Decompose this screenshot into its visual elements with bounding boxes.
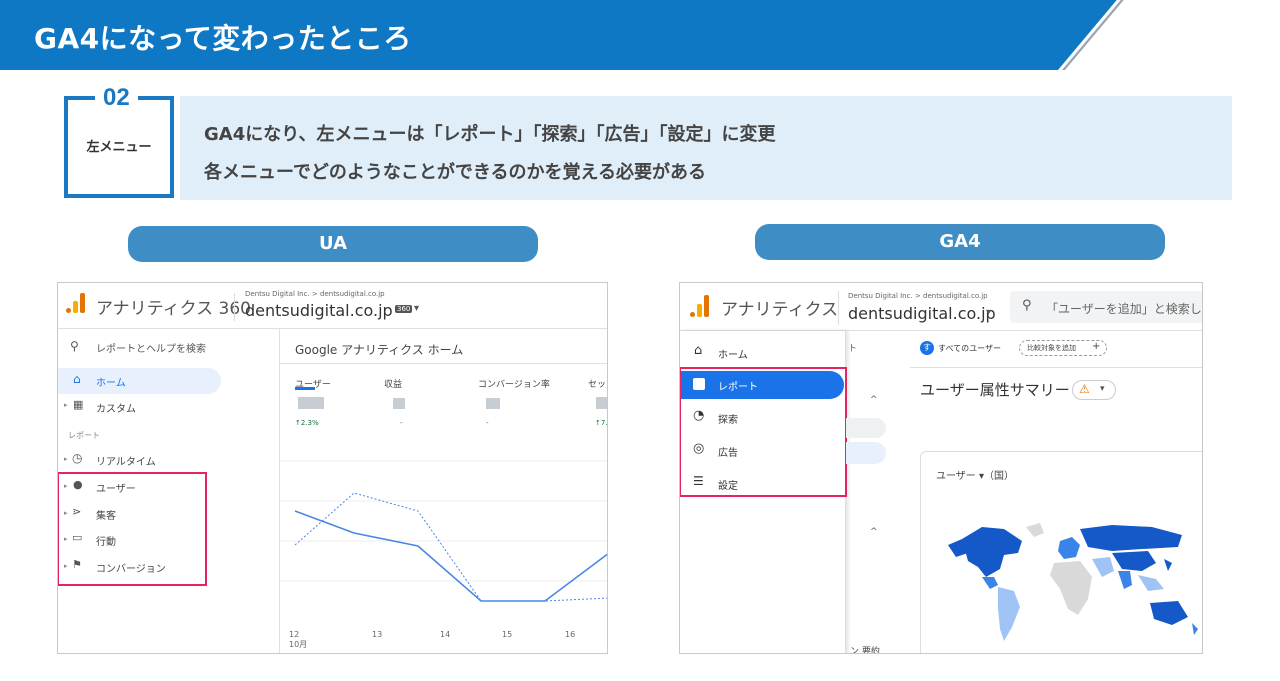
description-line-2: 各メニューでどのようなことができるのかを覚える必要がある xyxy=(204,162,707,183)
search-icon: ⚲ xyxy=(70,339,79,353)
ua-search-input[interactable]: レポートとヘルプを検索 xyxy=(96,340,206,355)
chevron-down-icon[interactable]: ▾ xyxy=(414,303,419,314)
x-tick: 15 xyxy=(502,630,513,639)
home-icon: ⌂ xyxy=(694,343,703,358)
chevron-up-icon[interactable]: ^ xyxy=(870,395,878,405)
metric-delta: - xyxy=(486,419,489,427)
x-tick-month: 10月 xyxy=(289,640,308,649)
metric-label[interactable]: セッ xyxy=(588,377,606,390)
metric-delta: - xyxy=(400,419,403,427)
metric-value-blurred xyxy=(393,398,405,409)
metric-active-indicator xyxy=(295,387,315,390)
ga4-card-title[interactable]: ユーザー ▾（国） xyxy=(936,467,1014,482)
ga4-collapsed-item-active[interactable] xyxy=(846,442,886,464)
ua-screenshot: アナリティクス 360 Dentsu Digital Inc. > dentsu… xyxy=(57,282,608,654)
metric-label[interactable]: 収益 xyxy=(384,377,402,390)
divider xyxy=(280,363,607,364)
chevron-up-icon[interactable]: ^ xyxy=(870,527,878,537)
x-tick: 13 xyxy=(372,630,383,639)
ga4-chip-avatar: す xyxy=(920,341,934,355)
add-icon[interactable]: + xyxy=(1092,341,1100,352)
ua-360-badge: 360 xyxy=(395,305,413,313)
metric-label[interactable]: コンバージョン率 xyxy=(478,377,550,390)
x-tick: 14 xyxy=(440,630,451,639)
x-tick: 12 xyxy=(289,630,300,639)
expand-arrow-icon[interactable]: ▸ xyxy=(64,455,68,463)
ua-highlight-box xyxy=(58,472,207,586)
divider xyxy=(910,367,1202,368)
divider xyxy=(234,293,235,321)
section-label: 左メニュー xyxy=(86,140,152,155)
expand-arrow-icon[interactable]: ▸ xyxy=(64,401,68,409)
description-line-1: GA4になり、左メニューは「レポート」「探索」「広告」「設定」に変更 xyxy=(204,124,776,145)
analytics-logo-icon xyxy=(690,295,710,317)
ua-series-previous xyxy=(294,492,607,602)
ga4-app-title: アナリティクス xyxy=(721,300,839,320)
ua-content-title: Google アナリティクス ホーム xyxy=(295,343,464,357)
ga4-content-title: ユーザー属性サマリー xyxy=(920,381,1070,399)
metric-delta: ↑2.3% xyxy=(295,419,319,427)
home-icon: ⌂ xyxy=(73,372,81,386)
ua-breadcrumb[interactable]: Dentsu Digital Inc. > dentsudigital.co.j… xyxy=(245,290,385,298)
analytics-logo-icon xyxy=(66,293,86,313)
ga4-property-name[interactable]: dentsudigital.co.jp xyxy=(848,304,996,323)
ua-app-title: アナリティクス 360 xyxy=(96,299,251,319)
ga4-hidden-bottom-text: ン 要約 xyxy=(850,647,880,654)
page-title: GA4になって変わったところ xyxy=(34,22,412,55)
ua-nav-home[interactable]: ホーム xyxy=(96,374,126,389)
metric-value-blurred xyxy=(486,398,500,409)
slide: GA4になって変わったところ 02 左メニュー GA4になり、左メニューは「レポ… xyxy=(0,0,1280,681)
search-icon: ⚲ xyxy=(1022,298,1032,313)
metric-delta: ↑7. xyxy=(595,419,608,427)
ua-nav-reports-heading: レポート xyxy=(68,431,100,440)
ga4-search-input[interactable]: 「ユーザーを追加」と検索して xyxy=(1046,300,1202,317)
chevron-down-icon[interactable]: ▾ xyxy=(986,307,991,318)
divider xyxy=(838,291,839,325)
ua-nav-realtime[interactable]: リアルタイム xyxy=(96,453,156,468)
dashboard-grid-icon: ▦ xyxy=(73,398,84,411)
x-tick: 16 xyxy=(565,630,576,639)
ua-property-name[interactable]: dentsudigital.co.jp xyxy=(245,301,393,320)
ga4-chip-all-users[interactable]: すべてのユーザー xyxy=(938,343,1001,354)
metric-value-blurred xyxy=(596,397,607,409)
ga4-breadcrumb[interactable]: Dentsu Digital Inc. > dentsudigital.co.j… xyxy=(848,292,988,300)
description-box xyxy=(180,96,1232,200)
warning-icon: ⚠ xyxy=(1079,382,1090,396)
ua-label-pill: UA xyxy=(128,226,538,262)
ga4-nav-home[interactable]: ホーム xyxy=(718,346,748,361)
chevron-down-icon[interactable]: ▾ xyxy=(1100,384,1105,394)
section-number: 02 xyxy=(95,84,138,112)
ga4-add-comparison-label[interactable]: 比較対象を追加 xyxy=(1027,343,1076,353)
ua-nav-home-active[interactable] xyxy=(58,368,221,394)
ga4-label-pill: GA4 xyxy=(755,224,1165,260)
ga4-hidden-nav-text: ト xyxy=(848,344,858,354)
ga4-highlight-box xyxy=(680,367,847,497)
ua-line-chart xyxy=(280,460,607,602)
ua-nav-custom[interactable]: カスタム xyxy=(96,400,136,415)
ua-series-current xyxy=(294,510,607,602)
world-map-chart xyxy=(948,523,1198,641)
ga4-collapsed-item[interactable] xyxy=(846,418,886,438)
clock-icon: ◷ xyxy=(72,451,83,465)
ga4-screenshot: アナリティクス Dentsu Digital Inc. > dentsudigi… xyxy=(679,282,1203,654)
metric-value-blurred xyxy=(298,397,324,409)
